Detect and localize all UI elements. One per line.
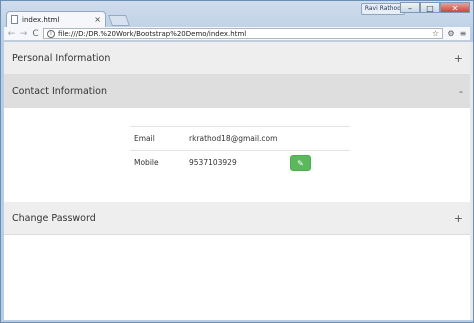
panel-personal-information-header[interactable]: Personal Information +: [4, 42, 470, 75]
collapse-icon[interactable]: -: [459, 85, 463, 98]
table-row: Mobile 9537103929 ✎: [130, 150, 350, 174]
panel-title: Contact Information: [12, 85, 107, 97]
pencil-icon: ✎: [297, 159, 304, 168]
page-blank-area: [4, 235, 470, 320]
email-value: rkrathod18@gmail.com: [189, 134, 278, 143]
contact-table: Email rkrathod18@gmail.com Mobile 953710…: [130, 126, 350, 174]
edit-mobile-button[interactable]: ✎: [290, 155, 311, 171]
panel-title: Change Password: [12, 212, 96, 224]
tab-title: index.html: [22, 15, 60, 24]
page-viewport: Personal Information + Contact Informati…: [4, 42, 470, 320]
info-icon[interactable]: i: [47, 29, 55, 38]
table-row: Email rkrathod18@gmail.com: [130, 126, 350, 150]
panel-contact-information-header[interactable]: Contact Information -: [4, 75, 470, 108]
contact-information-body: Email rkrathod18@gmail.com Mobile 953710…: [4, 108, 470, 202]
back-arrow-icon[interactable]: ←: [7, 29, 16, 39]
page-icon: [11, 15, 18, 24]
tab-index[interactable]: index.html ×: [6, 11, 106, 27]
url-text[interactable]: file:///D:/DR.%20Work/Bootstrap%20Demo/i…: [58, 30, 429, 38]
browser-toolbar: ← → C i file:///D:/DR.%20Work/Bootstrap%…: [4, 27, 470, 41]
expand-icon[interactable]: +: [454, 212, 463, 225]
expand-icon[interactable]: +: [454, 52, 463, 65]
new-tab-button[interactable]: [107, 15, 131, 26]
bookmark-star-icon[interactable]: ☆: [432, 29, 439, 38]
close-tab-icon[interactable]: ×: [94, 15, 101, 24]
mobile-label: Mobile: [134, 158, 159, 167]
address-bar[interactable]: i file:///D:/DR.%20Work/Bootstrap%20Demo…: [43, 28, 443, 39]
browser-menu-icon[interactable]: ≡: [459, 29, 467, 38]
vertical-scrollbar[interactable]: [470, 42, 473, 320]
forward-arrow-icon[interactable]: →: [19, 29, 28, 39]
tab-strip: index.html ×: [4, 11, 473, 27]
browser-window: Ravi Rathod – □ ✕ index.html × ← → C i f…: [0, 0, 474, 323]
panel-title: Personal Information: [12, 52, 111, 64]
extension-icon[interactable]: ⚙: [446, 29, 456, 38]
mobile-value: 9537103929: [189, 158, 237, 167]
reload-icon[interactable]: C: [31, 29, 40, 39]
panel-change-password-header[interactable]: Change Password +: [4, 202, 470, 235]
email-label: Email: [134, 134, 155, 143]
